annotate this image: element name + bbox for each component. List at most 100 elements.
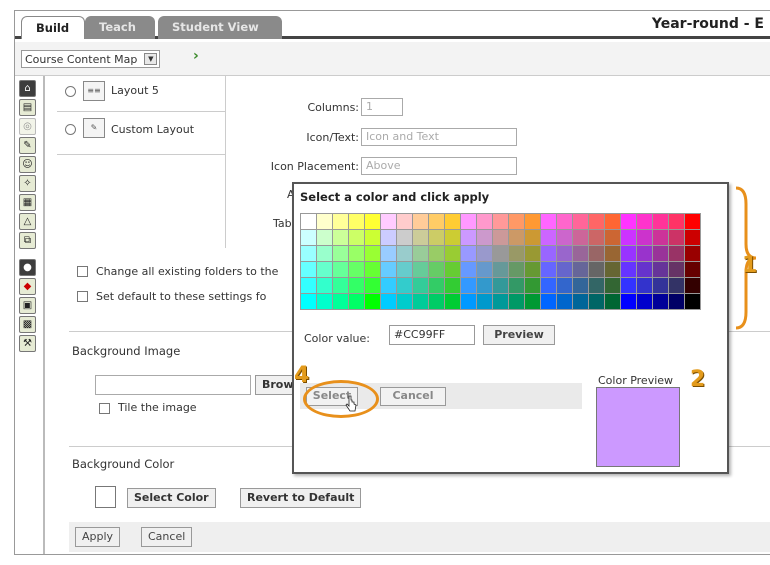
color-swatch[interactable] bbox=[573, 294, 588, 309]
color-swatch[interactable] bbox=[445, 278, 460, 293]
share-icon[interactable]: ⧉ bbox=[19, 232, 36, 249]
color-swatch[interactable] bbox=[477, 214, 492, 229]
color-swatch[interactable] bbox=[477, 294, 492, 309]
columns-field[interactable]: 1 bbox=[361, 98, 403, 116]
color-swatch[interactable] bbox=[413, 214, 428, 229]
color-swatch[interactable] bbox=[557, 230, 572, 245]
color-swatch[interactable] bbox=[589, 262, 604, 277]
background-image-field[interactable] bbox=[95, 375, 251, 395]
color-swatch[interactable] bbox=[557, 262, 572, 277]
select-color-button[interactable]: Select Color bbox=[127, 488, 216, 508]
color-swatch[interactable] bbox=[349, 294, 364, 309]
color-swatch[interactable] bbox=[509, 262, 524, 277]
color-swatch[interactable] bbox=[445, 262, 460, 277]
color-swatch[interactable] bbox=[589, 246, 604, 261]
color-swatch[interactable] bbox=[349, 230, 364, 245]
color-swatch[interactable] bbox=[493, 246, 508, 261]
color-swatch[interactable] bbox=[349, 278, 364, 293]
color-swatch[interactable] bbox=[397, 278, 412, 293]
assessment-icon[interactable]: △ bbox=[19, 213, 36, 230]
tile-image-checkbox[interactable] bbox=[99, 403, 110, 414]
color-swatch[interactable] bbox=[621, 230, 636, 245]
color-swatch[interactable] bbox=[589, 294, 604, 309]
wrench-icon[interactable]: ⚒ bbox=[19, 335, 36, 352]
color-swatch[interactable] bbox=[637, 262, 652, 277]
color-swatch[interactable] bbox=[461, 278, 476, 293]
color-swatch[interactable] bbox=[349, 246, 364, 261]
color-swatch[interactable] bbox=[413, 294, 428, 309]
color-swatch[interactable] bbox=[685, 214, 700, 229]
color-swatch[interactable] bbox=[669, 230, 684, 245]
color-swatch[interactable] bbox=[637, 230, 652, 245]
color-swatch[interactable] bbox=[653, 294, 668, 309]
color-swatch[interactable] bbox=[669, 262, 684, 277]
color-swatch[interactable] bbox=[653, 230, 668, 245]
color-swatch[interactable] bbox=[509, 214, 524, 229]
color-swatch[interactable] bbox=[429, 214, 444, 229]
color-swatch[interactable] bbox=[573, 246, 588, 261]
set-default-checkbox[interactable] bbox=[77, 291, 88, 302]
settings-icon[interactable]: ● bbox=[19, 259, 36, 276]
color-swatch[interactable] bbox=[301, 262, 316, 277]
color-swatch[interactable] bbox=[461, 262, 476, 277]
color-swatch[interactable] bbox=[317, 262, 332, 277]
color-swatch[interactable] bbox=[413, 230, 428, 245]
color-swatch[interactable] bbox=[589, 278, 604, 293]
color-swatch[interactable] bbox=[493, 214, 508, 229]
color-swatch[interactable] bbox=[381, 230, 396, 245]
color-swatch[interactable] bbox=[541, 262, 556, 277]
package-icon[interactable]: ◆ bbox=[19, 278, 36, 295]
dialog-cancel-button[interactable]: Cancel bbox=[380, 387, 446, 406]
color-swatch[interactable] bbox=[301, 278, 316, 293]
color-swatch[interactable] bbox=[653, 246, 668, 261]
home-icon[interactable]: ⌂ bbox=[19, 80, 36, 97]
color-swatch[interactable] bbox=[381, 214, 396, 229]
color-swatch[interactable] bbox=[509, 278, 524, 293]
color-swatch[interactable] bbox=[573, 230, 588, 245]
color-swatch[interactable] bbox=[317, 230, 332, 245]
pin-icon[interactable]: ✧ bbox=[19, 175, 36, 192]
color-swatch[interactable] bbox=[397, 246, 412, 261]
color-swatch[interactable] bbox=[477, 262, 492, 277]
color-swatch[interactable] bbox=[637, 278, 652, 293]
preview-button[interactable]: Preview bbox=[483, 325, 555, 345]
color-swatch[interactable] bbox=[653, 278, 668, 293]
color-swatch[interactable] bbox=[397, 294, 412, 309]
color-swatch[interactable] bbox=[493, 230, 508, 245]
color-swatch[interactable] bbox=[397, 230, 412, 245]
color-swatch[interactable] bbox=[333, 214, 348, 229]
color-swatch[interactable] bbox=[669, 246, 684, 261]
color-swatch[interactable] bbox=[445, 294, 460, 309]
color-swatch[interactable] bbox=[349, 214, 364, 229]
color-swatch[interactable] bbox=[317, 214, 332, 229]
color-swatch[interactable] bbox=[685, 246, 700, 261]
color-swatch[interactable] bbox=[493, 278, 508, 293]
color-swatch[interactable] bbox=[301, 246, 316, 261]
color-swatch[interactable] bbox=[605, 294, 620, 309]
color-swatch[interactable] bbox=[525, 262, 540, 277]
color-swatch[interactable] bbox=[365, 278, 380, 293]
color-swatch[interactable] bbox=[525, 214, 540, 229]
color-swatch[interactable] bbox=[653, 214, 668, 229]
tab-student-view[interactable]: Student View bbox=[158, 16, 282, 39]
tab-teach[interactable]: Teach bbox=[85, 16, 155, 39]
color-swatch[interactable] bbox=[397, 262, 412, 277]
color-swatch[interactable] bbox=[685, 278, 700, 293]
color-value-input[interactable]: #CC99FF bbox=[389, 325, 475, 345]
color-swatch[interactable] bbox=[621, 278, 636, 293]
image-icon[interactable]: ▩ bbox=[19, 316, 36, 333]
color-swatch[interactable] bbox=[333, 230, 348, 245]
color-swatch[interactable] bbox=[493, 262, 508, 277]
color-swatch[interactable] bbox=[637, 214, 652, 229]
color-swatch[interactable] bbox=[685, 262, 700, 277]
color-swatch[interactable] bbox=[477, 230, 492, 245]
color-swatch[interactable] bbox=[525, 278, 540, 293]
color-swatch[interactable] bbox=[573, 278, 588, 293]
color-swatch[interactable] bbox=[301, 214, 316, 229]
color-swatch[interactable] bbox=[365, 230, 380, 245]
color-swatch[interactable] bbox=[365, 262, 380, 277]
content-icon[interactable]: ▤ bbox=[19, 99, 36, 116]
layout5-radio[interactable] bbox=[65, 86, 76, 97]
color-swatch[interactable] bbox=[317, 246, 332, 261]
color-swatch[interactable] bbox=[349, 262, 364, 277]
